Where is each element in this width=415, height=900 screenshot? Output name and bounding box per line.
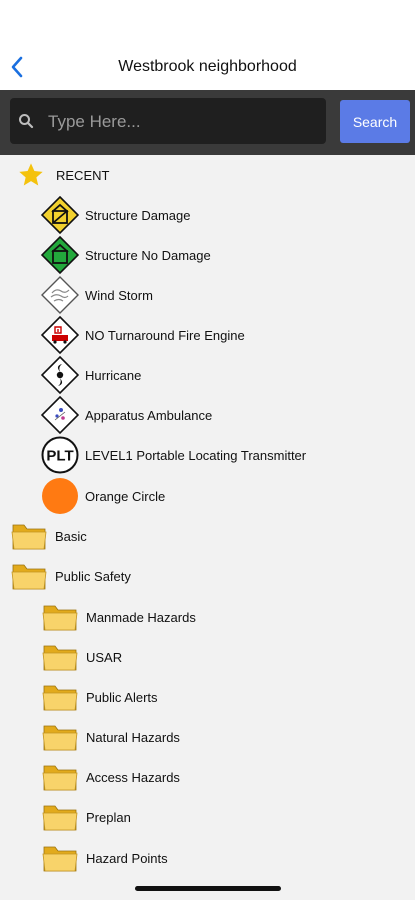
folder-hazard-points[interactable]: Hazard Points [41, 838, 168, 878]
folder-icon [41, 718, 79, 756]
list-item-label: NO Turnaround Fire Engine [85, 327, 245, 343]
fire-engine-icon [41, 316, 79, 354]
folder-label: USAR [86, 649, 123, 665]
folder-icon [41, 678, 79, 716]
list-item-label: Orange Circle [85, 488, 166, 504]
folder-label: Public Alerts [86, 689, 158, 705]
star-icon [12, 156, 50, 194]
folder-icon [10, 557, 48, 595]
folder-label: Basic [55, 528, 87, 544]
search-button[interactable]: Search [340, 100, 410, 143]
ambulance-icon [41, 396, 79, 434]
structure-no-damage-icon [41, 236, 79, 274]
list-item-label: Hurricane [85, 367, 142, 383]
wind-storm-icon [41, 276, 79, 314]
folder-label: Hazard Points [86, 850, 168, 866]
list-item-hurricane[interactable]: Hurricane [41, 355, 141, 395]
folder-label: Manmade Hazards [86, 609, 196, 625]
folder-icon [41, 798, 79, 836]
list-item-structure-no-damage[interactable]: Structure No Damage [41, 235, 211, 275]
folder-public-alerts[interactable]: Public Alerts [41, 677, 158, 717]
folder-icon [41, 598, 79, 636]
folder-preplan[interactable]: Preplan [41, 797, 131, 837]
folder-public-safety[interactable]: Public Safety [10, 556, 131, 596]
list-item-label: LEVEL1 Portable Locating Transmitter [85, 447, 307, 463]
recent-label: RECENT [56, 167, 110, 183]
folder-natural-hazards[interactable]: Natural Hazards [41, 717, 180, 757]
list-item-fire-engine[interactable]: NO Turnaround Fire Engine [41, 315, 245, 355]
search-bar: Search [0, 90, 415, 155]
folder-icon [10, 517, 48, 555]
search-icon [19, 114, 34, 129]
list-item-label: Wind Storm [85, 287, 153, 303]
top-bar: Westbrook neighborhood [0, 0, 415, 90]
search-input[interactable] [46, 104, 320, 140]
folder-manmade-hazards[interactable]: Manmade Hazards [41, 597, 196, 637]
folder-icon [41, 839, 79, 877]
folder-basic[interactable]: Basic [10, 516, 87, 556]
folder-usar[interactable]: USAR [41, 637, 122, 677]
search-box [10, 98, 326, 144]
plt-icon: PLT [41, 436, 79, 474]
hurricane-icon [41, 356, 79, 394]
folder-label: Access Hazards [86, 769, 180, 785]
folder-access-hazards[interactable]: Access Hazards [41, 757, 180, 797]
list-item-plt[interactable]: PLT LEVEL1 Portable Locating Transmitter [41, 435, 306, 475]
list-item-orange-circle[interactable]: Orange Circle [41, 476, 165, 516]
page-title: Westbrook neighborhood [118, 58, 297, 75]
folder-label: Public Safety [55, 568, 131, 584]
list-item-ambulance[interactable]: Apparatus Ambulance [41, 395, 212, 435]
orange-circle-icon [41, 477, 79, 515]
folder-label: Preplan [86, 809, 131, 825]
list-item-label: Apparatus Ambulance [85, 407, 213, 423]
list-item-label: Structure Damage [85, 207, 191, 223]
svg-text:PLT: PLT [46, 448, 73, 465]
structure-damage-icon [41, 196, 79, 234]
list-item-label: Structure No Damage [85, 247, 211, 263]
list-item-wind-storm[interactable]: Wind Storm [41, 275, 153, 315]
list-item-structure-damage[interactable]: Structure Damage [41, 195, 191, 235]
recent-header[interactable]: RECENT [12, 155, 109, 195]
folder-icon [41, 638, 79, 676]
folder-label: Natural Hazards [86, 729, 180, 745]
home-indicator[interactable] [135, 886, 281, 891]
folder-icon [41, 758, 79, 796]
